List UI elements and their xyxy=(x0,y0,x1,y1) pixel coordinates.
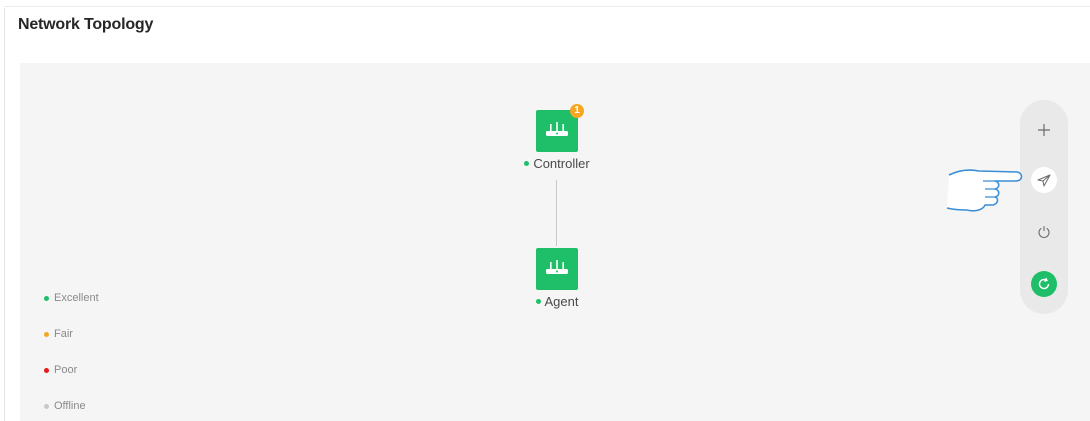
page-title: Network Topology xyxy=(18,16,154,33)
controller-label-row: Controller xyxy=(497,156,617,171)
refresh-icon xyxy=(1038,277,1050,290)
node-label: Agent xyxy=(544,294,579,309)
status-dot-excellent xyxy=(535,299,541,304)
plus-icon xyxy=(1038,124,1050,136)
power-button[interactable] xyxy=(1031,219,1057,245)
status-dot-poor xyxy=(44,367,49,373)
status-dot-excellent xyxy=(524,161,530,166)
power-icon xyxy=(1038,226,1050,239)
send-button[interactable] xyxy=(1031,167,1057,193)
agent-router-box[interactable] xyxy=(536,248,578,290)
topology-link-line xyxy=(556,180,557,246)
topology-node-agent[interactable]: Agent xyxy=(497,248,617,309)
zoom-in-button[interactable] xyxy=(1031,117,1057,143)
refresh-button[interactable] xyxy=(1031,271,1057,297)
topology-node-controller[interactable]: 1 Controller xyxy=(497,104,617,171)
legend-label: Fair xyxy=(54,328,73,340)
legend-label: Excellent xyxy=(54,292,99,304)
legend-item-poor: Poor xyxy=(44,352,99,388)
legend-item-excellent: Excellent xyxy=(44,280,99,316)
controller-router-box[interactable]: 1 xyxy=(536,104,584,152)
router-icon xyxy=(546,122,568,136)
node-label: Controller xyxy=(533,156,590,171)
status-dot-fair xyxy=(44,331,49,337)
alert-badge[interactable]: 1 xyxy=(570,104,584,118)
pointing-hand-icon xyxy=(945,168,1025,219)
paper-plane-icon xyxy=(1037,174,1051,187)
topology-toolbar xyxy=(1020,100,1068,314)
router-icon xyxy=(546,260,568,274)
panel-top-border xyxy=(4,6,1090,7)
status-legend: Excellent Fair Poor Offline xyxy=(44,280,99,421)
legend-item-offline: Offline xyxy=(44,388,99,421)
network-topology-page: Network Topology 1 Controller Agent Exce… xyxy=(0,0,1090,421)
status-dot-excellent xyxy=(44,295,49,301)
legend-label: Poor xyxy=(54,364,78,376)
panel-left-border xyxy=(4,8,5,421)
legend-label: Offline xyxy=(54,400,86,412)
agent-label-row: Agent xyxy=(497,294,617,309)
status-dot-offline xyxy=(44,403,49,409)
legend-item-fair: Fair xyxy=(44,316,99,352)
